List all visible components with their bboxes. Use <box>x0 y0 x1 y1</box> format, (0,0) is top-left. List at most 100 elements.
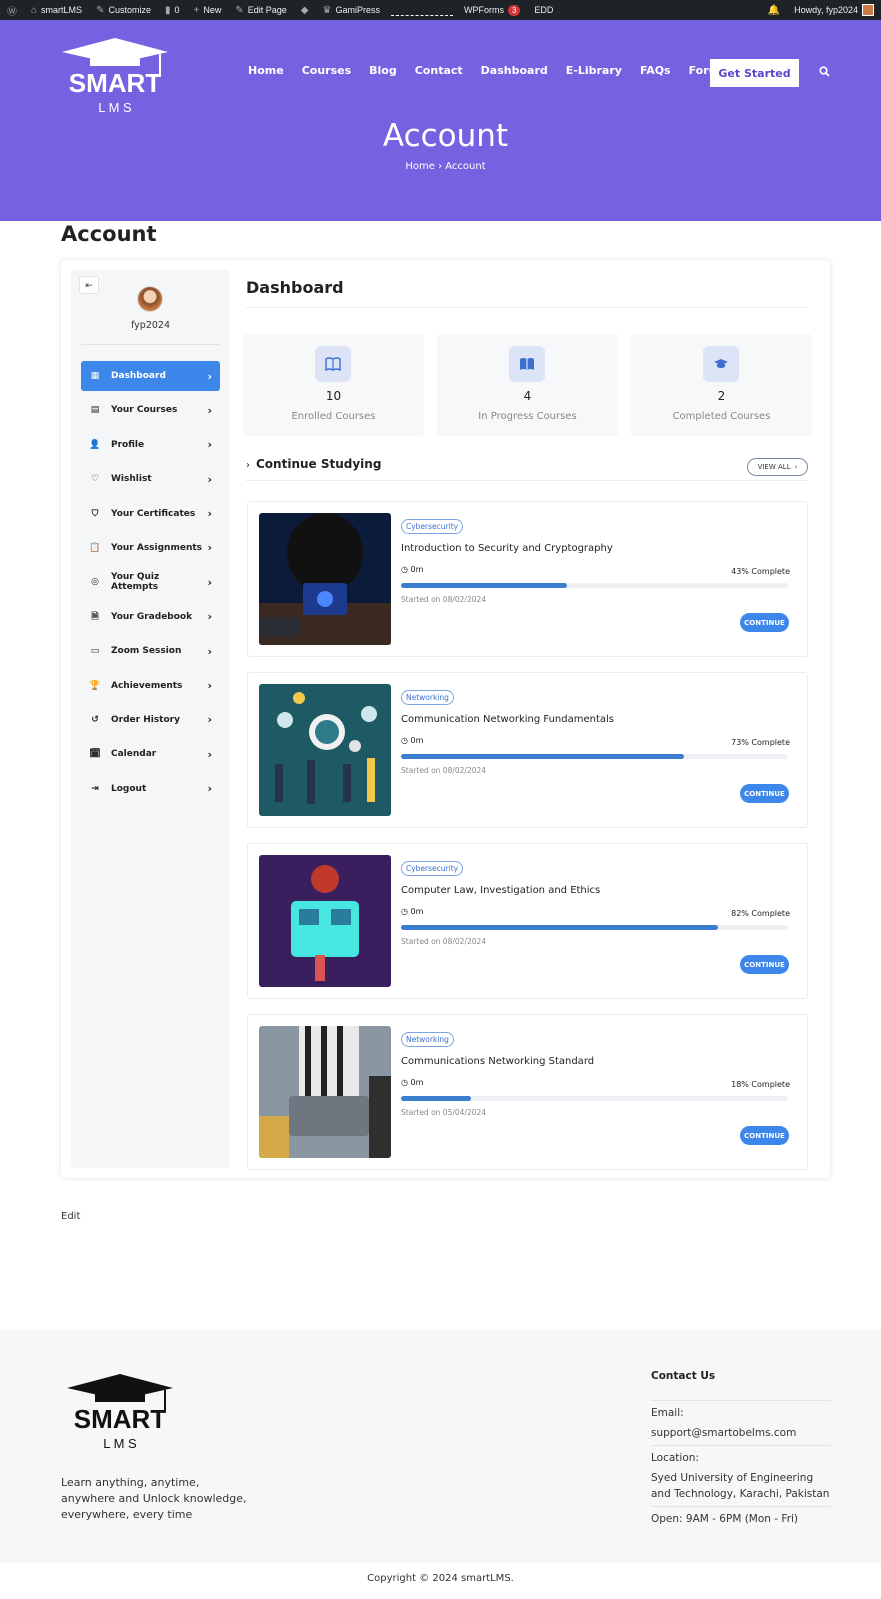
course-card: Cybersecurity Introduction to Security a… <box>247 501 808 657</box>
continue-studying-heading[interactable]: › Continue Studying <box>246 457 381 471</box>
started-date: Started on 08/02/2024 <box>401 595 487 604</box>
sidebar-item-label: Your Gradebook <box>111 611 193 622</box>
email-link[interactable]: support@smartobelms.com <box>651 1423 831 1443</box>
course-title[interactable]: Introduction to Security and Cryptograph… <box>401 543 613 554</box>
nav-dashboard[interactable]: Dashboard <box>481 64 548 77</box>
breadcrumb-current: Account <box>445 161 486 172</box>
username: fyp2024 <box>130 320 170 331</box>
continue-button[interactable]: CONTINUE <box>740 613 789 632</box>
sidebar-item-gradebook[interactable]: 🗎 Your Gradebook › <box>81 602 220 632</box>
graduation-cap-icon <box>703 346 739 382</box>
course-title[interactable]: Communications Networking Standard <box>401 1056 594 1067</box>
admin-search-field[interactable] <box>390 4 453 16</box>
footer-logo[interactable]: SMART L M S <box>65 1372 175 1452</box>
logo-text: SMART <box>69 68 162 98</box>
sidebar-item-assignments[interactable]: 📋 Your Assignments › <box>81 533 220 563</box>
course-thumbnail[interactable] <box>259 855 391 987</box>
admin-wpforms-link[interactable]: WPForms 3 <box>457 0 527 20</box>
sidebar-item-zoom-session[interactable]: ▭ Zoom Session › <box>81 636 220 666</box>
stats-row: 10 Enrolled Courses 4 In Progress Course… <box>243 334 812 436</box>
admin-edit-page-link[interactable]: ✎ Edit Page <box>228 0 293 20</box>
category-badge: Cybersecurity <box>401 861 464 876</box>
sidebar-item-calendar[interactable]: 🗓 Calendar › <box>81 739 220 769</box>
chevron-right-icon: › <box>207 713 212 727</box>
progress-bar <box>401 925 788 930</box>
wp-logo-icon[interactable]: Ⓦ <box>0 0 24 20</box>
video-icon: ▭ <box>90 646 100 657</box>
course-title[interactable]: Communication Networking Fundamentals <box>401 714 614 725</box>
admin-new-link[interactable]: + New <box>187 0 229 20</box>
sidebar-item-profile[interactable]: 👤 Profile › <box>81 430 220 460</box>
edit-page-link[interactable]: Edit <box>61 1211 80 1222</box>
admin-customize-link[interactable]: ✎ Customize <box>89 0 158 20</box>
progress-percent: 43% Complete <box>731 567 790 576</box>
nav-blog[interactable]: Blog <box>369 64 397 77</box>
smart-lms-logo[interactable]: SMART L M S <box>60 36 170 116</box>
sidebar-item-certificates[interactable]: ⛉ Your Certificates › <box>81 499 220 529</box>
course-thumbnail[interactable] <box>259 513 391 645</box>
clock-icon: ◷ <box>401 736 408 745</box>
progress-bar <box>401 583 788 588</box>
admin-comments-link[interactable]: ▮ 0 <box>158 0 187 20</box>
get-started-button[interactable]: Get Started <box>710 59 799 87</box>
admin-site-link[interactable]: ⌂ smartLMS <box>24 0 89 20</box>
logout-icon: ⇥ <box>91 783 99 794</box>
page-title: Account <box>382 118 509 154</box>
notification-bell-icon[interactable]: 🔔 <box>761 0 787 20</box>
stat-completed-courses: 2 Completed Courses <box>631 334 812 436</box>
history-icon: ↺ <box>91 714 99 725</box>
nav-elibrary[interactable]: E-Library <box>566 64 622 77</box>
sidebar-item-achievements[interactable]: 🏆 Achievements › <box>81 671 220 701</box>
progress-fill <box>401 925 719 930</box>
logo-subtext: L M S <box>98 100 132 115</box>
view-all-button[interactable]: VIEW ALL › <box>747 458 808 476</box>
chevron-right-icon: › <box>207 644 212 658</box>
stat-label: Enrolled Courses <box>291 411 376 422</box>
admin-edd-link[interactable]: EDD <box>527 0 560 20</box>
clock-icon: ◷ <box>401 1078 408 1087</box>
sidebar-item-label: Profile <box>111 439 145 450</box>
course-thumbnail[interactable] <box>259 684 391 816</box>
divider <box>246 307 808 308</box>
admin-gamipress-link[interactable]: ♛ GamiPress <box>315 0 386 20</box>
brush-icon: ✎ <box>96 4 105 16</box>
chevron-right-icon: › <box>207 472 212 486</box>
breadcrumb-home[interactable]: Home <box>405 161 435 172</box>
continue-button[interactable]: CONTINUE <box>740 784 789 803</box>
progress-percent: 73% Complete <box>731 738 790 747</box>
stat-label: Completed Courses <box>672 411 771 422</box>
collapse-sidebar-icon[interactable]: ⇤ <box>79 276 99 294</box>
admin-diamond-icon[interactable]: ◆ <box>294 0 316 20</box>
clock-icon: ◷ <box>401 565 408 574</box>
sidebar-item-dashboard[interactable]: ▦ Dashboard › <box>81 361 220 391</box>
sidebar-item-logout[interactable]: ⇥ Logout › <box>81 774 220 804</box>
nav-courses[interactable]: Courses <box>302 64 351 77</box>
course-title[interactable]: Computer Law, Investigation and Ethics <box>401 885 600 896</box>
admin-avatar <box>862 4 874 16</box>
nav-contact[interactable]: Contact <box>415 64 463 77</box>
chevron-right-icon: › <box>207 541 212 555</box>
divider <box>246 480 808 481</box>
divider <box>81 344 220 345</box>
user-icon: 👤 <box>89 439 101 450</box>
progress-fill <box>401 583 568 588</box>
nav-home[interactable]: Home <box>248 64 284 77</box>
continue-button[interactable]: CONTINUE <box>740 955 789 974</box>
chevron-right-icon: › <box>207 747 212 761</box>
sidebar-item-your-courses[interactable]: ▤ Your Courses › <box>81 395 220 425</box>
continue-button[interactable]: CONTINUE <box>740 1126 789 1145</box>
progress-bar <box>401 754 788 759</box>
sidebar-item-wishlist[interactable]: ♡ Wishlist › <box>81 464 220 494</box>
contact-heading: Contact Us <box>651 1370 716 1382</box>
site-footer: SMART L M S Learn anything, anytime, any… <box>0 1330 881 1563</box>
sidebar-item-quiz-attempts[interactable]: ◎ Your Quiz Attempts › <box>81 567 220 597</box>
home-icon: ⌂ <box>31 4 38 16</box>
sidebar-item-order-history[interactable]: ↺ Order History › <box>81 705 220 735</box>
chevron-right-icon: › <box>246 460 250 471</box>
admin-account-link[interactable]: Howdy, fyp2024 <box>787 0 881 20</box>
wp-admin-bar: Ⓦ ⌂ smartLMS ✎ Customize ▮ 0 + New ✎ Edit Pag… <box>0 0 881 20</box>
nav-faqs[interactable]: FAQs <box>640 64 671 77</box>
shield-icon: ⛉ <box>91 508 99 519</box>
course-thumbnail[interactable] <box>259 1026 391 1158</box>
search-icon[interactable] <box>819 66 830 80</box>
